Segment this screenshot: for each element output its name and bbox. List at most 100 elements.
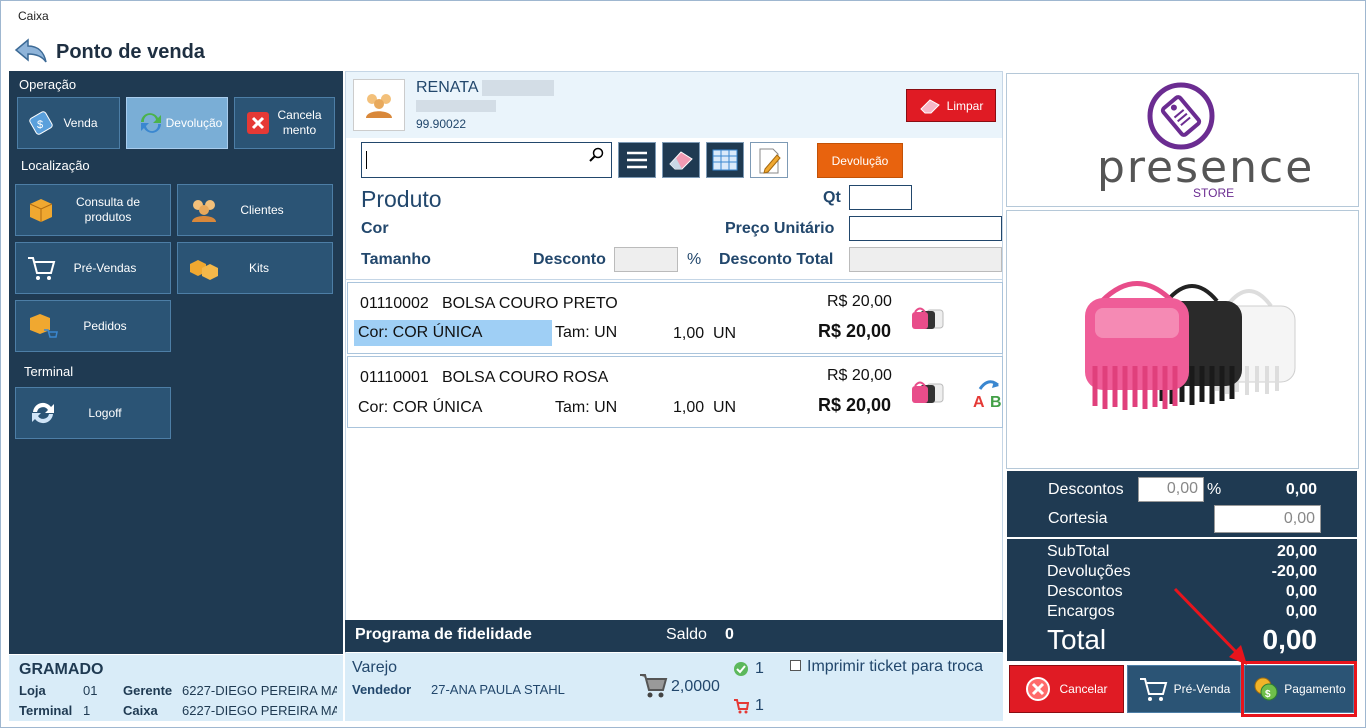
venda-button[interactable]: $ Venda bbox=[17, 97, 120, 149]
sale-item[interactable]: 01110002 BOLSA COURO PRETO R$ 20,00 Cor:… bbox=[347, 282, 1003, 354]
red-cart-icon bbox=[734, 699, 749, 714]
descontos-input[interactable]: 0,00 bbox=[1138, 477, 1204, 502]
table-grid-icon bbox=[712, 149, 738, 171]
brand-sub: STORE bbox=[1193, 186, 1235, 200]
limpar-button[interactable]: Limpar bbox=[906, 89, 996, 122]
eraser-tool-icon bbox=[669, 151, 693, 170]
tamanho-label: Tamanho bbox=[361, 251, 431, 268]
saldo-label: Saldo bbox=[666, 626, 707, 643]
devolucoes-value: -20,00 bbox=[1271, 563, 1317, 580]
logoff-button[interactable]: Logoff bbox=[15, 387, 171, 439]
gerente-label: Gerente bbox=[123, 683, 173, 698]
customer-users-icon bbox=[366, 94, 392, 118]
clientes-button[interactable]: Clientes bbox=[177, 184, 333, 236]
cancelar-label: Cancelar bbox=[1059, 682, 1108, 696]
vendedor-value: 27-ANA PAULA STAHL bbox=[431, 682, 565, 697]
total-label: Total bbox=[1047, 624, 1107, 655]
customer-bar: RENATA 99.90022 Limpar bbox=[346, 72, 1002, 138]
subtotal-value: 20,00 bbox=[1276, 543, 1317, 560]
customer-avatar[interactable] bbox=[353, 79, 405, 131]
cancelamento-button[interactable]: Cancela mento bbox=[234, 97, 335, 149]
cor-label: Cor bbox=[361, 220, 389, 237]
terminal-value: 1 bbox=[83, 703, 91, 718]
window-title: Caixa bbox=[18, 9, 49, 23]
customer-name: RENATA bbox=[416, 79, 479, 96]
bag-thumbnail-icon[interactable] bbox=[910, 305, 948, 331]
desconto-input[interactable] bbox=[614, 247, 678, 272]
users-icon bbox=[192, 200, 216, 222]
svg-text:$: $ bbox=[37, 119, 43, 131]
svg-text:$: $ bbox=[1265, 689, 1271, 700]
erase-button[interactable] bbox=[662, 142, 700, 178]
brand-name: presence bbox=[1097, 142, 1315, 193]
ok-count: 1 bbox=[755, 660, 764, 677]
item-unit-price: R$ 20,00 bbox=[827, 293, 892, 310]
devolucao-button[interactable]: Devolução bbox=[126, 97, 228, 149]
grid-button[interactable] bbox=[706, 142, 744, 178]
kits-button[interactable]: Kits bbox=[177, 242, 333, 294]
preco-label: Preço Unitário bbox=[725, 220, 835, 237]
qt-input[interactable] bbox=[849, 185, 912, 210]
eraser-icon bbox=[919, 98, 940, 113]
customer-code: 99.90022 bbox=[416, 117, 467, 131]
edit-document-icon bbox=[759, 148, 781, 174]
gerente-value: 6227-DIEGO PEREIRA MAR bbox=[182, 683, 337, 698]
prevendas-label: Pré-Vendas bbox=[73, 260, 137, 275]
list-button[interactable] bbox=[618, 142, 656, 178]
store-name: GRAMADO bbox=[19, 661, 104, 678]
subtotal-label: SubTotal bbox=[1047, 543, 1110, 560]
tag-icon: $ bbox=[29, 111, 53, 135]
item-qty: 1,00 bbox=[673, 325, 705, 342]
sale-item[interactable]: 01110001 BOLSA COURO ROSA R$ 20,00 Cor: … bbox=[347, 356, 1003, 428]
preco-input[interactable] bbox=[849, 216, 1002, 241]
devolucoes-label: Devoluções bbox=[1047, 563, 1131, 580]
edit-button[interactable] bbox=[750, 142, 788, 178]
product-image bbox=[1006, 210, 1359, 469]
prevendas-button[interactable]: Pré-Vendas bbox=[15, 242, 171, 294]
caixa-label: Caixa bbox=[123, 703, 158, 718]
cancelar-button[interactable]: Cancelar bbox=[1009, 665, 1124, 713]
prevenda-button[interactable]: Pré-Venda bbox=[1127, 665, 1241, 713]
svg-text:B: B bbox=[990, 394, 1002, 409]
clientes-label: Clientes bbox=[240, 202, 284, 217]
print-ticket-checkbox[interactable] bbox=[790, 660, 801, 671]
qty-total: 2,0000 bbox=[671, 678, 720, 695]
pedidos-label: Pedidos bbox=[83, 318, 127, 333]
session-info: GRAMADO Loja 01 Gerente 6227-DIEGO PEREI… bbox=[9, 655, 343, 721]
devolucao-mode-button[interactable]: Devolução bbox=[817, 143, 903, 178]
consulta-produtos-button[interactable]: Consulta de produtos bbox=[15, 184, 171, 236]
item-total: R$ 20,00 bbox=[818, 321, 892, 341]
product-search-input[interactable] bbox=[361, 142, 612, 178]
divider bbox=[346, 279, 1003, 280]
pagamento-button[interactable]: $ Pagamento bbox=[1244, 665, 1354, 713]
descontos-value: 0,00 bbox=[1285, 481, 1317, 498]
title-bar: Caixa bbox=[1, 1, 1365, 31]
sale-info-bar: Varejo Vendedor 27-ANA PAULA STAHL 2,000… bbox=[345, 653, 1003, 721]
customer-name-redacted bbox=[482, 80, 554, 96]
search-icon[interactable] bbox=[589, 147, 605, 163]
back-arrow-icon[interactable] bbox=[14, 38, 48, 64]
cortesia-input[interactable]: 0,00 bbox=[1214, 505, 1321, 533]
produto-label: Produto bbox=[361, 186, 442, 212]
box-icon bbox=[29, 199, 53, 222]
box-cart-icon bbox=[30, 314, 58, 338]
svg-text:A: A bbox=[973, 394, 985, 409]
fidelity-bar: Programa de fidelidade Saldo 0 bbox=[345, 620, 1003, 652]
item-cor: Cor: COR ÚNICA bbox=[354, 320, 552, 346]
desconto-percent: % bbox=[687, 251, 702, 268]
bag-thumbnail-icon[interactable] bbox=[910, 379, 948, 405]
prevenda-cart-icon bbox=[1139, 678, 1167, 701]
item-unit: UN bbox=[713, 399, 737, 416]
pagamento-label: Pagamento bbox=[1284, 682, 1346, 696]
descontos-label: Descontos bbox=[1048, 481, 1124, 498]
descontos-pct: % bbox=[1207, 481, 1222, 498]
left-panel: Operação $ Venda Devolução Cancela mento… bbox=[9, 71, 343, 654]
fidelity-label: Programa de fidelidade bbox=[355, 626, 532, 643]
section-terminal: Terminal bbox=[24, 364, 74, 379]
cart-icon bbox=[28, 257, 56, 280]
pedidos-button[interactable]: Pedidos bbox=[15, 300, 171, 352]
desconto-total-input[interactable] bbox=[849, 247, 1002, 272]
spell-check-icon[interactable]: AB bbox=[972, 375, 1002, 409]
section-localizacao: Localização bbox=[21, 158, 90, 173]
pos-window: Caixa Ponto de venda Operação $ Venda De… bbox=[0, 0, 1366, 728]
